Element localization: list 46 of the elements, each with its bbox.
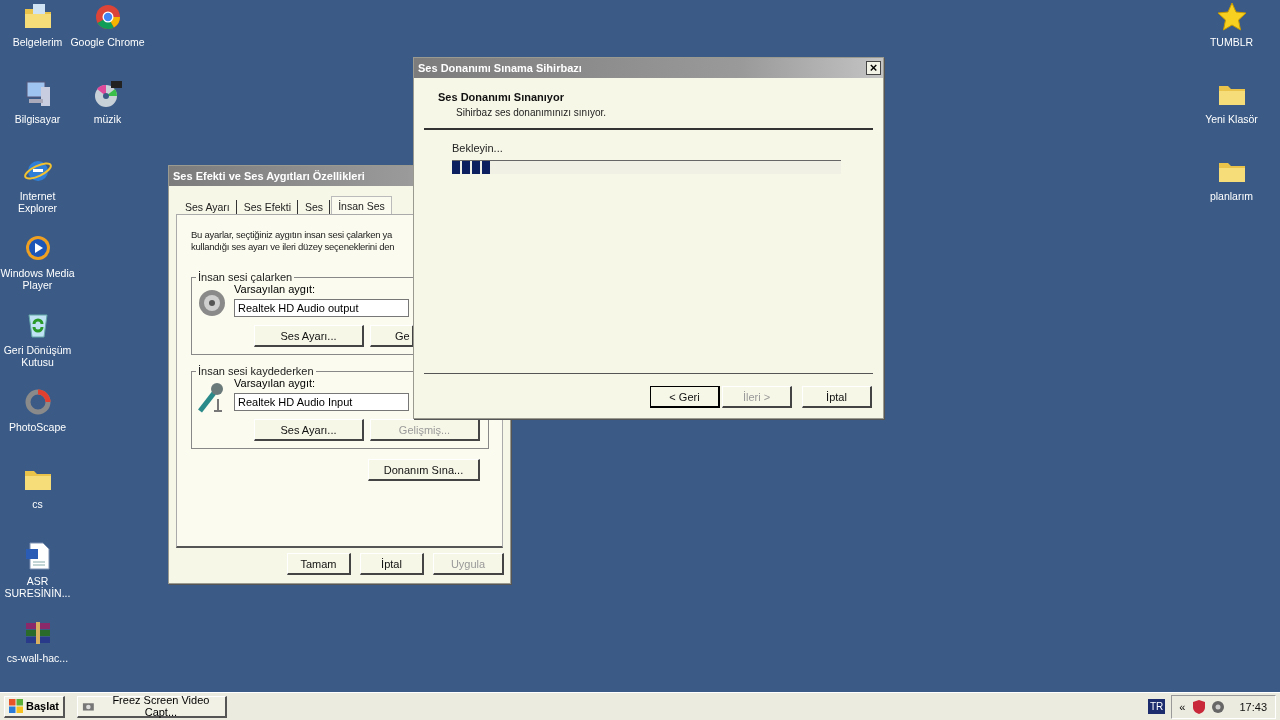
shield-icon[interactable] bbox=[1191, 698, 1208, 715]
description-text: Bu ayarlar, seçtiğiniz aygıtın insan sesi çalarken ya kullandığı ses ayarı ve ileri düzey seçeneklerini den bbox=[191, 229, 396, 253]
tab[interactable]: İnsan Ses bbox=[331, 196, 392, 215]
wizard-subtitle: Sihirbaz ses donanımınızı sınıyor. bbox=[456, 107, 608, 118]
status-text: Bekleyin... bbox=[452, 142, 504, 154]
wizard-heading: Ses Donanımı Sınanıyor bbox=[438, 91, 565, 103]
group-title: İnsan sesi kaydederken bbox=[197, 365, 315, 377]
icon-label: ASR SURESİNİN... bbox=[3, 575, 72, 599]
icon-label: TUMBLR bbox=[1209, 36, 1254, 48]
wizard-button[interactable]: İptal bbox=[802, 386, 872, 408]
taskbar-button[interactable]: Freez Screen Video Capt... bbox=[77, 695, 228, 718]
dialog-button[interactable]: Ge bbox=[370, 325, 414, 347]
group-title: İnsan sesi çalarken bbox=[197, 271, 294, 283]
clock: 17:43 bbox=[1239, 700, 1267, 713]
field-label: Varsayılan aygıt: bbox=[234, 283, 317, 295]
icon-label: Windows Media Player bbox=[0, 267, 75, 291]
close-button[interactable]: × bbox=[866, 61, 881, 75]
field-label: Varsayılan aygıt: bbox=[234, 377, 317, 389]
tray-expand-button[interactable]: « bbox=[1176, 700, 1189, 713]
disc-icon[interactable] bbox=[92, 79, 123, 109]
dialog-button[interactable]: Tamam bbox=[287, 553, 351, 575]
gear-icon[interactable] bbox=[1210, 698, 1227, 715]
device-dropdown[interactable]: Realtek HD Audio Input bbox=[234, 393, 409, 411]
icon-label: planlarım bbox=[1209, 190, 1254, 202]
icon-label: Internet Explorer bbox=[16, 190, 59, 214]
star-icon[interactable] bbox=[1216, 2, 1247, 32]
icon-label: PhotoScape bbox=[8, 421, 67, 433]
language-indicator[interactable]: TR bbox=[1148, 699, 1166, 714]
icon-label: Google Chrome bbox=[70, 36, 145, 48]
start-button[interactable]: Başlat bbox=[4, 695, 66, 718]
window-title: Ses Donanımı Sınama Sihirbazı bbox=[418, 61, 582, 76]
icon-label: müzik bbox=[93, 113, 122, 125]
test-hardware-button[interactable]: Donanım Sına... bbox=[368, 459, 480, 481]
windows-logo-icon bbox=[9, 699, 23, 713]
dialog-button[interactable]: Ses Ayarı... bbox=[254, 325, 364, 347]
icon-label: Geri Dönüşüm Kutusu bbox=[2, 344, 73, 368]
wizard-button[interactable]: < Geri bbox=[650, 386, 720, 408]
icon-label: Belgelerim bbox=[12, 36, 63, 48]
icon-label: Yeni Klasör bbox=[1205, 113, 1258, 125]
icon-label: Bilgisayar bbox=[14, 113, 61, 125]
speaker-icon bbox=[196, 287, 228, 319]
icon-label: cs bbox=[32, 498, 43, 510]
dialog-button[interactable]: Ses Ayarı... bbox=[254, 419, 364, 441]
device-dropdown[interactable]: Realtek HD Audio output bbox=[234, 299, 409, 317]
dialog-button[interactable]: İptal bbox=[360, 553, 424, 575]
icon-label: cs-wall-hac... bbox=[6, 652, 69, 664]
